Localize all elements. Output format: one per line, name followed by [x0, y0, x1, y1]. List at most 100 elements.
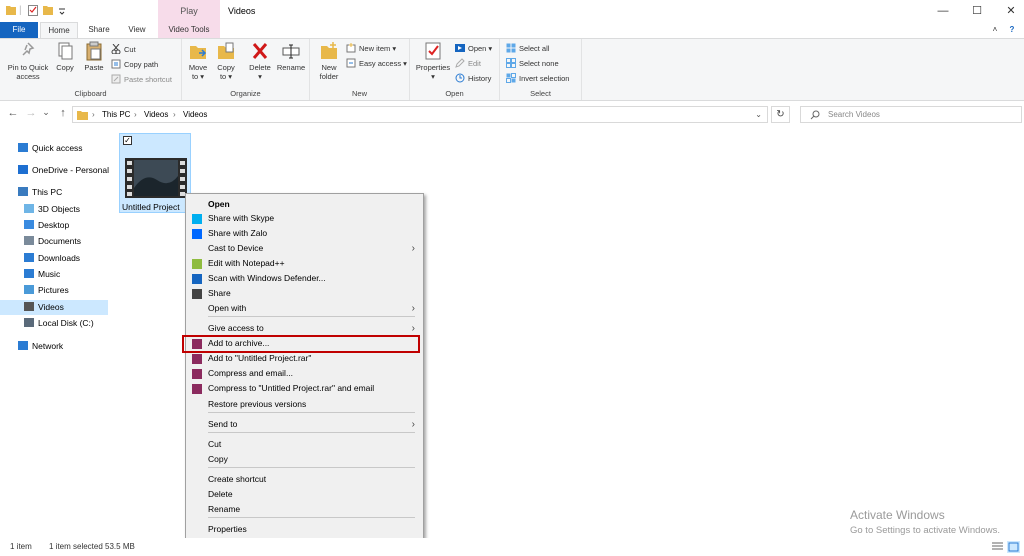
- menu-item-open-with[interactable]: Open with ›: [186, 301, 423, 316]
- tab-home[interactable]: Home: [40, 22, 78, 39]
- tab-share[interactable]: Share: [80, 22, 118, 38]
- menu-item-rename[interactable]: Rename: [186, 502, 423, 517]
- menu-item-copy[interactable]: Copy: [186, 452, 423, 467]
- properties-qat-icon[interactable]: [28, 4, 39, 17]
- details-view-icon[interactable]: [992, 542, 1003, 552]
- file-item-untitled-project[interactable]: ✓ Untitled Project: [119, 133, 191, 213]
- breadcrumb-videos-current[interactable]: Videos: [183, 107, 207, 122]
- new-folder-button[interactable]: New folder: [314, 41, 344, 81]
- sidebar-item-music[interactable]: Music: [0, 267, 108, 282]
- breadcrumb-videos[interactable]: Videos: [144, 107, 168, 122]
- menu-item-cast-to-device[interactable]: Cast to Device ›: [186, 241, 423, 256]
- menu-item-compress-to-untitled-project-rar-and-email[interactable]: Compress to "Untitled Project.rar" and e…: [186, 381, 423, 396]
- paste-shortcut-button[interactable]: Paste shortcut: [111, 73, 172, 86]
- tab-view[interactable]: View: [118, 22, 156, 38]
- copy-path-button[interactable]: Copy path: [111, 58, 158, 71]
- cut-button[interactable]: Cut: [111, 43, 136, 56]
- new-folder-qat-icon[interactable]: [43, 4, 54, 17]
- menu-item-give-access-to[interactable]: Give access to ›: [186, 321, 423, 336]
- sidebar-item-this-pc[interactable]: This PC: [0, 185, 108, 200]
- edit-button[interactable]: Edit: [455, 57, 481, 70]
- open-button[interactable]: Open ▾: [455, 42, 492, 55]
- easy-access-button[interactable]: Easy access ▾: [346, 57, 407, 70]
- recent-locations-button[interactable]: ⌄: [39, 107, 53, 118]
- invert-selection-icon: [506, 73, 516, 83]
- menu-item-cut[interactable]: Cut: [186, 437, 423, 452]
- menu-item-share-with-zalo[interactable]: Share with Zalo: [186, 226, 423, 241]
- sidebar-item-downloads[interactable]: Downloads: [0, 251, 108, 266]
- sidebar-item-label: Network: [32, 341, 64, 351]
- history-button[interactable]: History: [455, 72, 491, 85]
- zalo-icon: [192, 229, 202, 239]
- minimize-button[interactable]: —: [926, 0, 960, 22]
- new-item-button[interactable]: New item ▾: [346, 42, 396, 55]
- file-checkbox[interactable]: ✓: [123, 136, 132, 145]
- maximize-button[interactable]: ☐: [960, 0, 994, 22]
- forward-button[interactable]: →: [24, 107, 38, 119]
- menu-item-label: Scan with Windows Defender...: [208, 273, 326, 283]
- close-button[interactable]: ✕: [994, 0, 1024, 22]
- menu-item-restore-previous-versions[interactable]: Restore previous versions: [186, 397, 423, 412]
- sidebar-item-documents[interactable]: Documents: [0, 234, 108, 249]
- submenu-arrow-icon: ›: [411, 323, 415, 334]
- invert-selection-button[interactable]: Invert selection: [506, 72, 569, 85]
- menu-item-share-with-skype[interactable]: Share with Skype: [186, 211, 423, 226]
- up-button[interactable]: ↑: [56, 107, 70, 119]
- menu-item-send-to[interactable]: Send to ›: [186, 417, 423, 432]
- skype-icon: [192, 214, 202, 224]
- help-button[interactable]: ?: [1004, 22, 1020, 38]
- sidebar-item-network[interactable]: Network: [0, 339, 108, 354]
- window-title: Videos: [228, 6, 256, 16]
- music-icon: [24, 269, 34, 278]
- menu-item-open[interactable]: Open: [186, 197, 423, 212]
- menu-item-add-to-untitled-project-rar[interactable]: Add to "Untitled Project.rar": [186, 351, 423, 366]
- customize-qat-icon[interactable]: [58, 4, 66, 17]
- menu-item-label: Open with: [208, 303, 247, 313]
- menu-item-label: Cast to Device: [208, 243, 264, 253]
- sidebar-item-local-disk-c[interactable]: Local Disk (C:): [0, 316, 108, 331]
- sidebar-item-3d-objects[interactable]: 3D Objects: [0, 202, 108, 217]
- search-box[interactable]: Search Videos: [800, 106, 1022, 123]
- select-none-button[interactable]: Select none: [506, 57, 559, 70]
- collapse-ribbon-button[interactable]: ˄: [988, 22, 1002, 38]
- menu-item-properties[interactable]: Properties: [186, 522, 423, 537]
- sidebar-item-quick-access[interactable]: Quick access: [0, 141, 108, 156]
- sidebar-item-label: This PC: [32, 187, 63, 197]
- context-tab-play: Play: [158, 0, 220, 22]
- address-dropdown-button[interactable]: ⌄: [755, 107, 762, 122]
- menu-item-scan-with-windows-defender[interactable]: Scan with Windows Defender...: [186, 271, 423, 286]
- status-bar: 1 item 1 item selected 53.5 MB: [0, 538, 1024, 556]
- tab-video-tools[interactable]: Video Tools: [158, 22, 220, 38]
- sidebar-item-videos[interactable]: Videos: [0, 300, 108, 315]
- delete-button[interactable]: Delete ▾: [246, 41, 274, 81]
- pin-to-quick-access-button[interactable]: Pin to Quick access: [4, 41, 52, 81]
- large-icons-view-icon[interactable]: [1007, 541, 1020, 553]
- delete-x-icon: [252, 43, 268, 59]
- menu-item-delete[interactable]: Delete: [186, 487, 423, 502]
- sidebar-item-pictures[interactable]: Pictures: [0, 283, 108, 298]
- address-bar[interactable]: › This PC › Videos › Videos ⌄: [72, 106, 768, 123]
- sidebar-item-desktop[interactable]: Desktop: [0, 218, 108, 233]
- select-all-button[interactable]: Select all: [506, 42, 549, 55]
- menu-item-create-shortcut[interactable]: Create shortcut: [186, 472, 423, 487]
- rename-button[interactable]: Rename: [276, 41, 306, 72]
- menu-item-label: Give access to: [208, 323, 264, 333]
- menu-item-edit-with-notepad[interactable]: Edit with Notepad++: [186, 256, 423, 271]
- sidebar-item-onedrive-personal[interactable]: OneDrive - Personal: [0, 163, 110, 178]
- sidebar-item-label: OneDrive - Personal: [32, 165, 110, 175]
- menu-item-compress-and-email[interactable]: Compress and email...: [186, 366, 423, 381]
- paste-button[interactable]: Paste: [80, 41, 108, 72]
- menu-item-label: Properties: [208, 524, 247, 534]
- tab-file[interactable]: File: [0, 22, 38, 38]
- selection-info: 1 item selected 53.5 MB: [49, 542, 135, 551]
- move-to-button[interactable]: Move to ▾: [186, 41, 210, 81]
- back-button[interactable]: ←: [6, 107, 20, 119]
- copy-button[interactable]: Copy: [52, 41, 78, 72]
- copy-to-button[interactable]: Copy to ▾: [214, 41, 238, 81]
- breadcrumb-this-pc[interactable]: This PC: [102, 107, 130, 122]
- sidebar-item-label: 3D Objects: [38, 204, 81, 214]
- menu-item-share[interactable]: Share: [186, 286, 423, 301]
- properties-button[interactable]: Properties ▾: [412, 41, 454, 81]
- download-icon: [24, 253, 34, 262]
- refresh-button[interactable]: ↻: [771, 106, 790, 123]
